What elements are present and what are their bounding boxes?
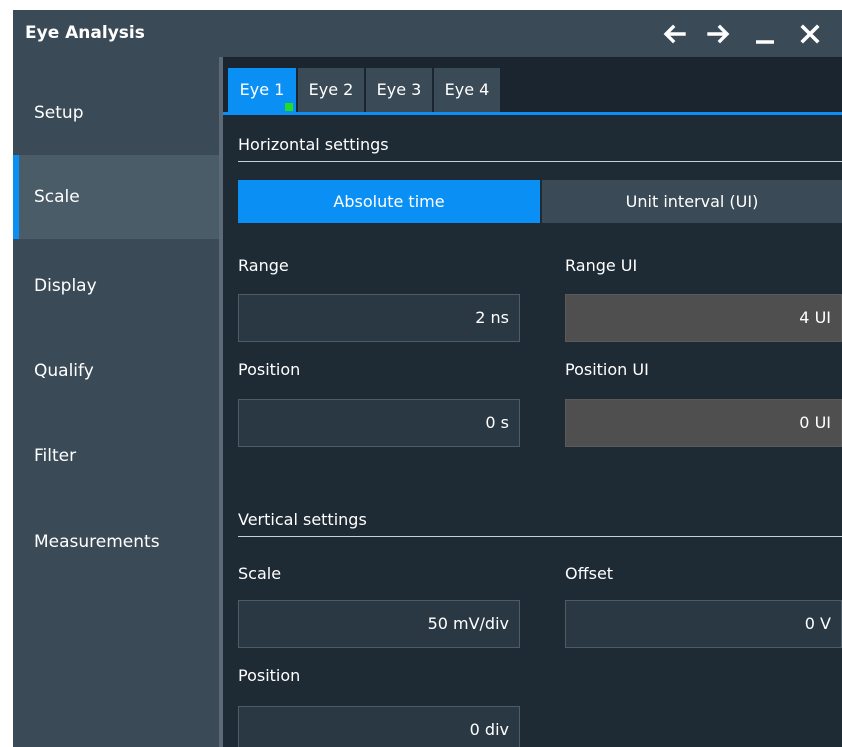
arrow-right-icon[interactable]: [704, 19, 734, 49]
tab-label: Eye 3: [376, 80, 422, 99]
offset-label: Offset: [565, 564, 614, 583]
close-icon[interactable]: [795, 19, 825, 49]
offset-value: 0 V: [804, 614, 831, 633]
tab-label: Eye 4: [444, 80, 490, 99]
sidebar-item-label: Measurements: [34, 532, 160, 552]
sidebar: Setup Scale Display Qualify Filter Measu…: [13, 57, 219, 747]
window-title: Eye Analysis: [25, 23, 145, 43]
position-ui-value: 0 UI: [799, 413, 831, 432]
tab-eye-4[interactable]: Eye 4: [434, 68, 500, 112]
active-indicator-icon: [285, 103, 293, 111]
sidebar-item-label: Display: [34, 276, 97, 296]
offset-field[interactable]: 0 V: [565, 600, 842, 648]
horizontal-settings-title: Horizontal settings: [238, 135, 389, 154]
arrow-left-icon[interactable]: [659, 19, 689, 49]
tab-eye-3[interactable]: Eye 3: [366, 68, 432, 112]
sidebar-item-label: Filter: [34, 446, 77, 466]
unit-interval-label: Unit interval (UI): [625, 192, 759, 211]
vertical-position-field[interactable]: 0 div: [238, 706, 520, 747]
title-bar: Eye Analysis: [13, 10, 842, 57]
range-field[interactable]: 2 ns: [238, 294, 520, 342]
settings-panel: Eye 1 Eye 2 Eye 3 Eye 4 Horizontal setti…: [223, 57, 842, 747]
range-ui-value: 4 UI: [799, 308, 831, 327]
sidebar-item-setup[interactable]: Setup: [13, 71, 219, 155]
absolute-time-label: Absolute time: [333, 192, 445, 211]
tab-eye-1[interactable]: Eye 1: [228, 68, 296, 112]
sidebar-item-label: Qualify: [34, 361, 94, 381]
range-ui-field: 4 UI: [565, 294, 842, 342]
sidebar-item-filter[interactable]: Filter: [13, 414, 219, 498]
scale-value: 50 mV/div: [427, 614, 509, 633]
position-ui-field: 0 UI: [565, 399, 842, 447]
position-label: Position: [238, 360, 301, 379]
tab-strip: Eye 1 Eye 2 Eye 3 Eye 4: [223, 57, 842, 115]
sidebar-item-measurements[interactable]: Measurements: [13, 500, 219, 584]
sidebar-item-scale[interactable]: Scale: [13, 155, 219, 239]
range-value: 2 ns: [475, 308, 509, 327]
vertical-settings-title: Vertical settings: [238, 510, 367, 529]
scale-field[interactable]: 50 mV/div: [238, 600, 520, 648]
unit-interval-button[interactable]: Unit interval (UI): [542, 180, 842, 223]
vertical-position-label: Position: [238, 666, 301, 685]
tab-label: Eye 2: [308, 80, 354, 99]
sidebar-item-label: Scale: [34, 187, 80, 207]
sidebar-item-label: Setup: [34, 103, 84, 123]
sidebar-item-display[interactable]: Display: [13, 244, 219, 328]
tab-eye-2[interactable]: Eye 2: [298, 68, 364, 112]
position-field[interactable]: 0 s: [238, 399, 520, 447]
vertical-position-value: 0 div: [469, 720, 509, 739]
range-ui-label: Range UI: [565, 256, 638, 275]
absolute-time-button[interactable]: Absolute time: [238, 180, 540, 223]
scale-label: Scale: [238, 564, 282, 583]
section-divider: [238, 536, 842, 537]
range-label: Range: [238, 256, 289, 275]
eye-analysis-window: Eye Analysis Setup Scale Display Qualify…: [13, 10, 842, 747]
position-value: 0 s: [485, 413, 509, 432]
minimize-icon[interactable]: [750, 19, 780, 49]
position-ui-label: Position UI: [565, 360, 649, 379]
section-divider: [238, 161, 842, 162]
tab-underline: [223, 112, 842, 115]
sidebar-item-qualify[interactable]: Qualify: [13, 329, 219, 413]
